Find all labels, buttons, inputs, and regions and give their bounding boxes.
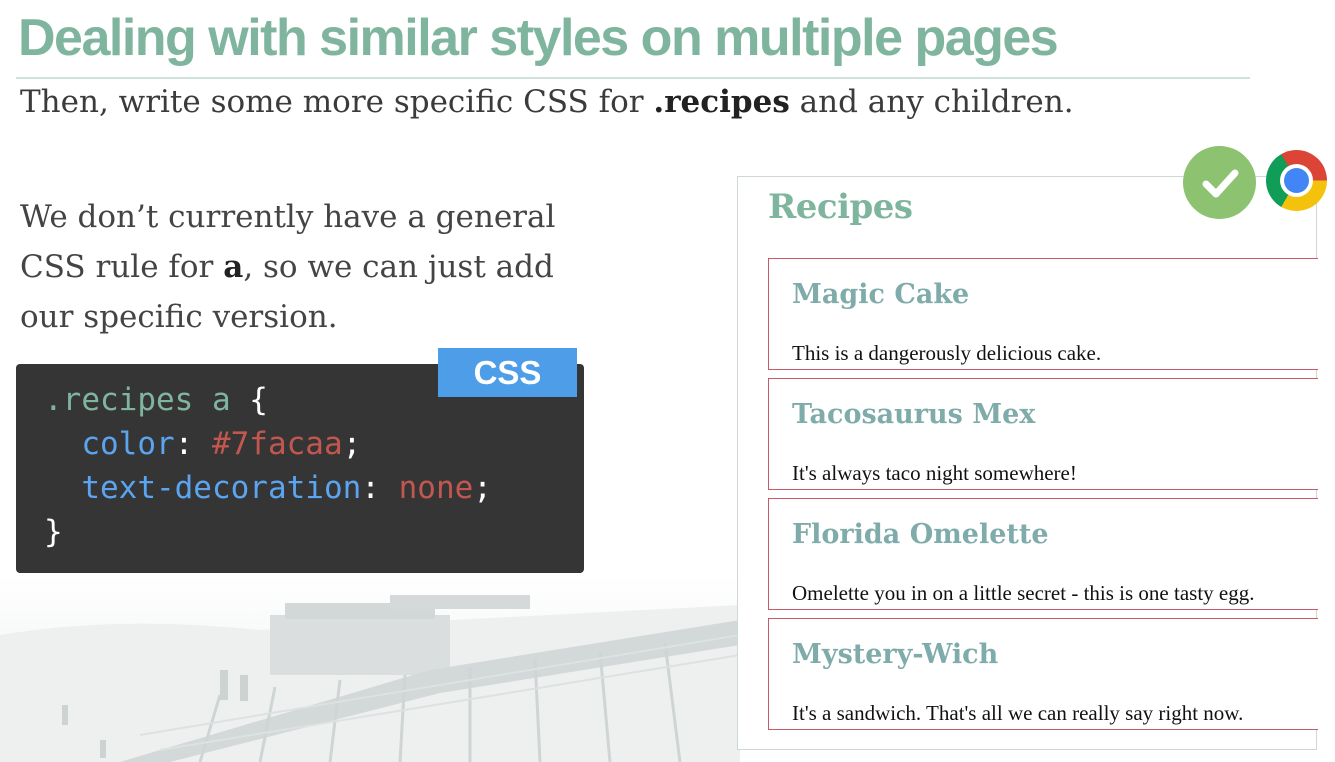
recipe-link[interactable]: Mystery-Wich [792, 639, 998, 670]
subtitle-text-post: and any children. [789, 84, 1074, 120]
code-selector: .recipes a [44, 382, 231, 418]
body-line-2-post: , so we can just add [243, 249, 554, 285]
code-property-text-decoration: text-decoration [81, 470, 362, 506]
recipe-card: Tacosaurus Mex It's always taco night so… [768, 378, 1318, 490]
recipe-description: Omelette you in on a little secret - thi… [792, 581, 1255, 605]
code-property-color: color [81, 426, 175, 462]
body-line-3: our specific version. [20, 299, 338, 335]
code-semicolon: ; [473, 470, 492, 506]
pier-background-image [0, 575, 740, 762]
body-line-2-pre: CSS rule for [20, 249, 224, 285]
chrome-icon [1266, 150, 1327, 211]
code-close-brace: } [44, 514, 63, 550]
code-semicolon: ; [342, 426, 362, 462]
slide-title: Dealing with similar styles on multiple … [18, 9, 1059, 67]
code-value-color: #7facaa [211, 426, 343, 462]
code-colon: : [361, 470, 399, 506]
code-open-brace: { [230, 382, 268, 418]
code-line-3: text-decoration: none; [44, 466, 492, 510]
title-divider [16, 77, 1250, 79]
code-colon: : [174, 426, 212, 462]
recipe-link[interactable]: Magic Cake [792, 279, 969, 310]
recipe-card: Florida Omelette Omelette you in on a li… [768, 498, 1318, 610]
body-line-2: CSS rule for a, so we can just add [20, 242, 620, 292]
browser-preview-panel: Recipes Magic Cake This is a dangerously… [737, 176, 1318, 750]
code-lines: .recipes a { color: #7facaa; text-decora… [44, 378, 492, 554]
recipe-link[interactable]: Tacosaurus Mex [792, 399, 1035, 430]
checkmark-icon [1183, 146, 1256, 219]
recipe-link[interactable]: Florida Omelette [792, 519, 1049, 550]
body-line-1: We don’t currently have a general [20, 199, 556, 235]
recipes-heading: Recipes [768, 187, 913, 227]
code-line-4: } [44, 510, 492, 554]
code-value-text-decoration: none [398, 470, 474, 506]
body-paragraph: We don’t currently have a general CSS ru… [20, 192, 620, 342]
subtitle-text-pre: Then, write some more specific CSS for [20, 84, 654, 120]
code-line-1: .recipes a { [44, 378, 492, 422]
recipe-description: It's a sandwich. That's all we can reall… [792, 701, 1244, 725]
code-line-2: color: #7facaa; [44, 422, 492, 466]
body-line-2-tag: a [223, 249, 244, 285]
recipe-card: Magic Cake This is a dangerously delicio… [768, 258, 1318, 370]
subtitle-selector: .recipes [653, 84, 790, 120]
slide-subtitle: Then, write some more specific CSS for .… [20, 84, 1074, 120]
recipe-description: This is a dangerously delicious cake. [792, 341, 1102, 365]
recipe-description: It's always taco night somewhere! [792, 461, 1077, 485]
recipe-card: Mystery-Wich It's a sandwich. That's all… [768, 618, 1318, 730]
